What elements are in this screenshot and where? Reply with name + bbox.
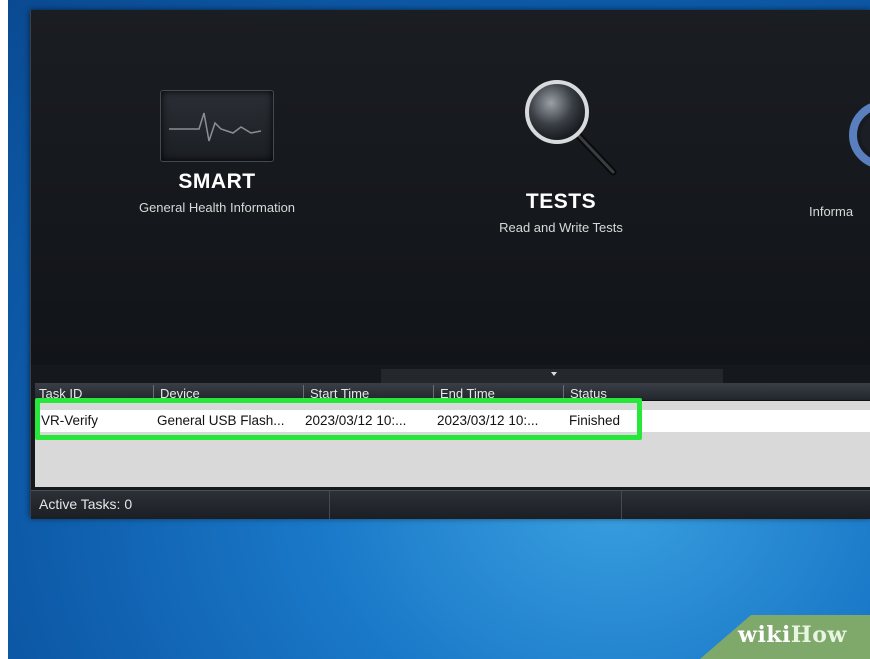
- watermark-wiki: wiki: [738, 622, 791, 648]
- status-divider: [329, 491, 330, 519]
- tests-tile[interactable]: TESTS Read and Write Tests: [461, 80, 661, 235]
- status-bar: Active Tasks: 0: [31, 490, 870, 519]
- row-highlight-box: [35, 398, 642, 440]
- smart-tile[interactable]: SMART General Health Information: [107, 80, 327, 215]
- smart-title: SMART: [178, 170, 256, 193]
- tests-title: TESTS: [525, 190, 597, 213]
- smart-subtitle: General Health Information: [138, 200, 296, 215]
- status-divider: [621, 491, 622, 519]
- heartbeat-monitor-icon: [160, 90, 274, 162]
- wikihow-logo: wikiHow: [738, 622, 847, 648]
- watermark-how: How: [790, 622, 847, 648]
- information-subtitle: Informa: [809, 204, 854, 219]
- information-tile[interactable]: Informa: [801, 80, 870, 219]
- dashboard-panel: SMART General Health Information TESTS R…: [31, 10, 870, 365]
- app-window: SMART General Health Information TESTS R…: [30, 10, 870, 519]
- splitter-arrow-icon[interactable]: [551, 372, 557, 376]
- tests-subtitle: Read and Write Tests: [499, 220, 623, 235]
- active-tasks-label: Active Tasks: 0: [39, 496, 133, 512]
- magnifier-icon: [525, 80, 617, 176]
